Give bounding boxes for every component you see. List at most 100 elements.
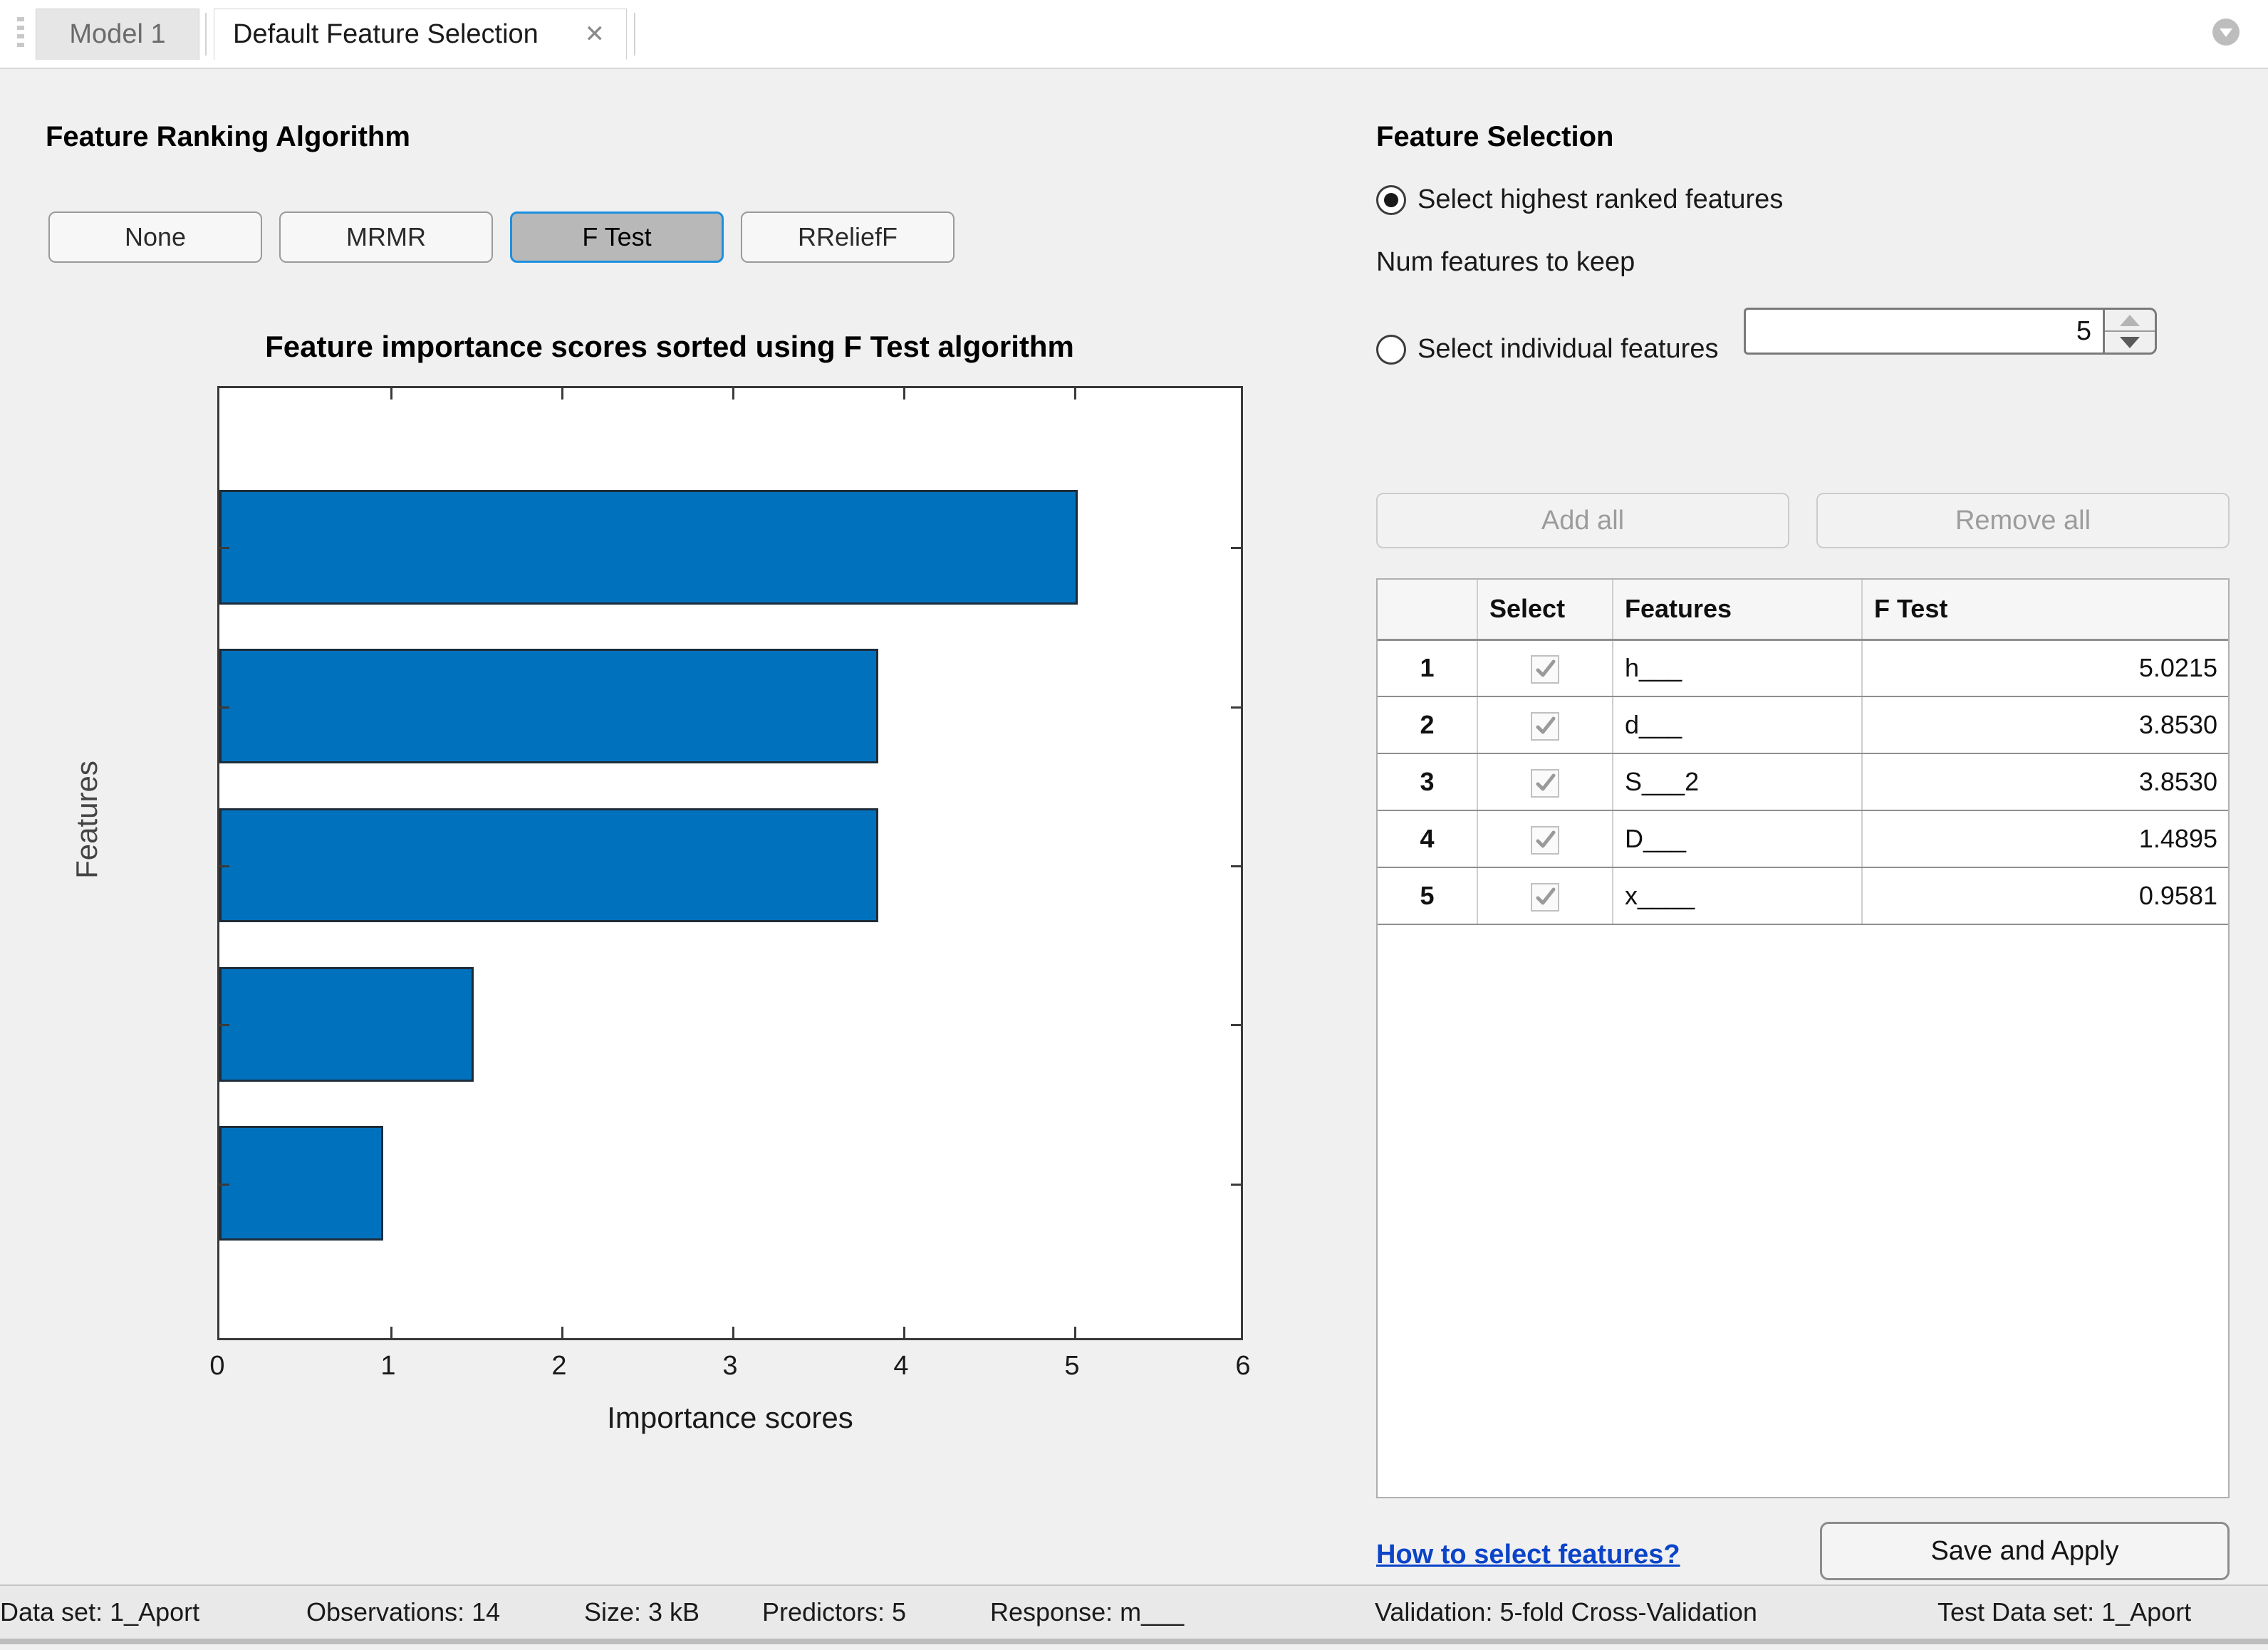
status-test-dataset: Test Data set: 1_Aport [1937, 1597, 2191, 1627]
algorithm-button-none[interactable]: None [48, 212, 262, 263]
row-select-checkbox[interactable] [1531, 826, 1559, 855]
chart-x-axis-label: Importance scores [217, 1401, 1243, 1435]
row-index: 2 [1378, 696, 1477, 753]
table-header-index [1378, 580, 1477, 639]
row-select-cell[interactable] [1477, 867, 1613, 924]
radio-select-highest-ranked-indicator[interactable] [1376, 185, 1406, 215]
chart-x-tick-top [561, 388, 563, 400]
status-validation: Validation: 5-fold Cross-Validation [1375, 1597, 1757, 1627]
table-header-f-test: F Test [1862, 580, 2230, 639]
chart-x-tick-label: 3 [722, 1351, 737, 1382]
chevron-down-circle-icon[interactable] [2210, 16, 2242, 48]
table-row[interactable]: 3S___23.8530 [1378, 753, 2230, 810]
algorithm-button-mrmr[interactable]: MRMR [279, 212, 493, 263]
how-to-select-features-link[interactable]: How to select features? [1376, 1540, 1680, 1570]
chart-x-tick-label: 6 [1235, 1351, 1250, 1382]
chart-x-tick-bottom [903, 1327, 905, 1338]
remove-all-button[interactable]: Remove all [1816, 493, 2230, 548]
status-dataset: Data set: 1_Aport [0, 1597, 199, 1627]
chart-plot-area [217, 386, 1243, 1340]
chart-x-tick-bottom [561, 1327, 563, 1338]
feature-selection-title: Feature Selection [1376, 121, 1613, 153]
tab-separator-right [634, 13, 635, 56]
triangle-down-icon [2120, 337, 2140, 348]
chart-y-tick [219, 865, 229, 867]
chart-bar [219, 1126, 383, 1241]
chart-bar [219, 649, 878, 763]
chart-x-tick-top [390, 388, 392, 400]
tab-bar: Model 1 Default Feature Selection ✕ [0, 0, 2268, 69]
chart-y-axis-label: Features [70, 620, 104, 1019]
chart-x-tick-bottom [390, 1327, 392, 1338]
chart-x-tick-bottom [1074, 1327, 1076, 1338]
algorithm-button-rrelieff-label: RReliefF [798, 222, 898, 252]
row-select-checkbox[interactable] [1531, 883, 1559, 912]
feature-table[interactable]: Select Features F Test 1 h___5.02152d___3… [1376, 578, 2230, 1498]
row-index: 3 [1378, 753, 1477, 810]
row-index: 4 [1378, 810, 1477, 867]
row-index: 1 [1378, 639, 1477, 696]
chart-x-tick-label: 4 [893, 1351, 908, 1382]
table-row[interactable]: 4D___1.4895 [1378, 810, 2230, 867]
row-score: 1.4895 [1862, 810, 2230, 867]
algorithm-button-f-test[interactable]: F Test [510, 212, 724, 263]
table-row[interactable]: 2d___3.8530 [1378, 696, 2230, 753]
tab-model-1[interactable]: Model 1 [36, 9, 199, 60]
save-and-apply-button[interactable]: Save and Apply [1820, 1522, 2230, 1580]
stepper-decrement-button[interactable] [2105, 332, 2155, 353]
close-icon[interactable]: ✕ [585, 22, 605, 46]
row-select-cell[interactable] [1477, 696, 1613, 753]
tab-bar-drag-grip[interactable] [17, 17, 24, 51]
chart-x-tick-label: 5 [1064, 1351, 1079, 1382]
row-feature-name: h___ [1613, 639, 1862, 696]
radio-select-highest-ranked-label: Select highest ranked features [1418, 184, 1783, 215]
tab-model-1-label: Model 1 [69, 19, 165, 50]
radio-select-highest-ranked[interactable]: Select highest ranked features [1376, 184, 1783, 215]
row-select-checkbox[interactable] [1531, 655, 1559, 684]
remove-all-button-label: Remove all [1955, 506, 2091, 536]
chart-x-tick-label: 0 [209, 1351, 224, 1382]
tab-default-feature-selection-label: Default Feature Selection [233, 19, 539, 50]
tab-separator [205, 13, 207, 56]
chart-y-tick-right [1231, 865, 1241, 867]
row-score: 3.8530 [1862, 696, 2230, 753]
chart-y-tick [219, 547, 229, 549]
status-observations: Observations: 14 [306, 1597, 500, 1627]
row-select-cell[interactable] [1477, 753, 1613, 810]
radio-select-individual-features[interactable]: Select individual features [1376, 334, 1718, 365]
triangle-up-icon [2120, 315, 2140, 326]
row-select-checkbox[interactable] [1531, 712, 1559, 741]
row-score: 5.0215 [1862, 639, 2230, 696]
chart-y-tick-right [1231, 1184, 1241, 1186]
num-features-input[interactable]: 5 [1744, 308, 2103, 355]
status-predictors: Predictors: 5 [762, 1597, 906, 1627]
feature-ranking-algorithm-title: Feature Ranking Algorithm [46, 121, 410, 153]
row-select-checkbox[interactable] [1531, 769, 1559, 798]
chart-y-tick [219, 706, 229, 709]
chart-bar [219, 490, 1078, 605]
table-row[interactable]: 5x____0.9581 [1378, 867, 2230, 924]
tab-default-feature-selection[interactable]: Default Feature Selection ✕ [214, 9, 627, 60]
num-features-stepper[interactable]: 5 [1744, 308, 2157, 355]
feature-importance-chart: Feature importance scores sorted using F… [50, 304, 1289, 1557]
num-features-stepper-buttons [2103, 308, 2157, 355]
algorithm-button-rrelieff[interactable]: RReliefF [741, 212, 954, 263]
row-score: 0.9581 [1862, 867, 2230, 924]
save-and-apply-button-label: Save and Apply [1930, 1536, 2118, 1567]
add-all-button[interactable]: Add all [1376, 493, 1789, 548]
stepper-increment-button[interactable] [2105, 310, 2155, 332]
row-select-cell[interactable] [1477, 810, 1613, 867]
chart-x-tick-label: 1 [380, 1351, 395, 1382]
chart-title: Feature importance scores sorted using F… [50, 330, 1289, 364]
table-header-row: Select Features F Test [1378, 580, 2230, 639]
table-header-features: Features [1613, 580, 1862, 639]
row-select-cell[interactable] [1477, 639, 1613, 696]
algorithm-button-mrmr-label: MRMR [346, 222, 426, 252]
radio-select-individual-features-indicator[interactable] [1376, 335, 1406, 365]
chart-y-tick-right [1231, 706, 1241, 709]
row-feature-name: x____ [1613, 867, 1862, 924]
num-features-to-keep-label: Num features to keep [1376, 247, 1635, 278]
chart-bar [219, 967, 474, 1082]
radio-select-individual-features-label: Select individual features [1418, 334, 1718, 365]
table-row[interactable]: 1 h___5.0215 [1378, 639, 2230, 696]
